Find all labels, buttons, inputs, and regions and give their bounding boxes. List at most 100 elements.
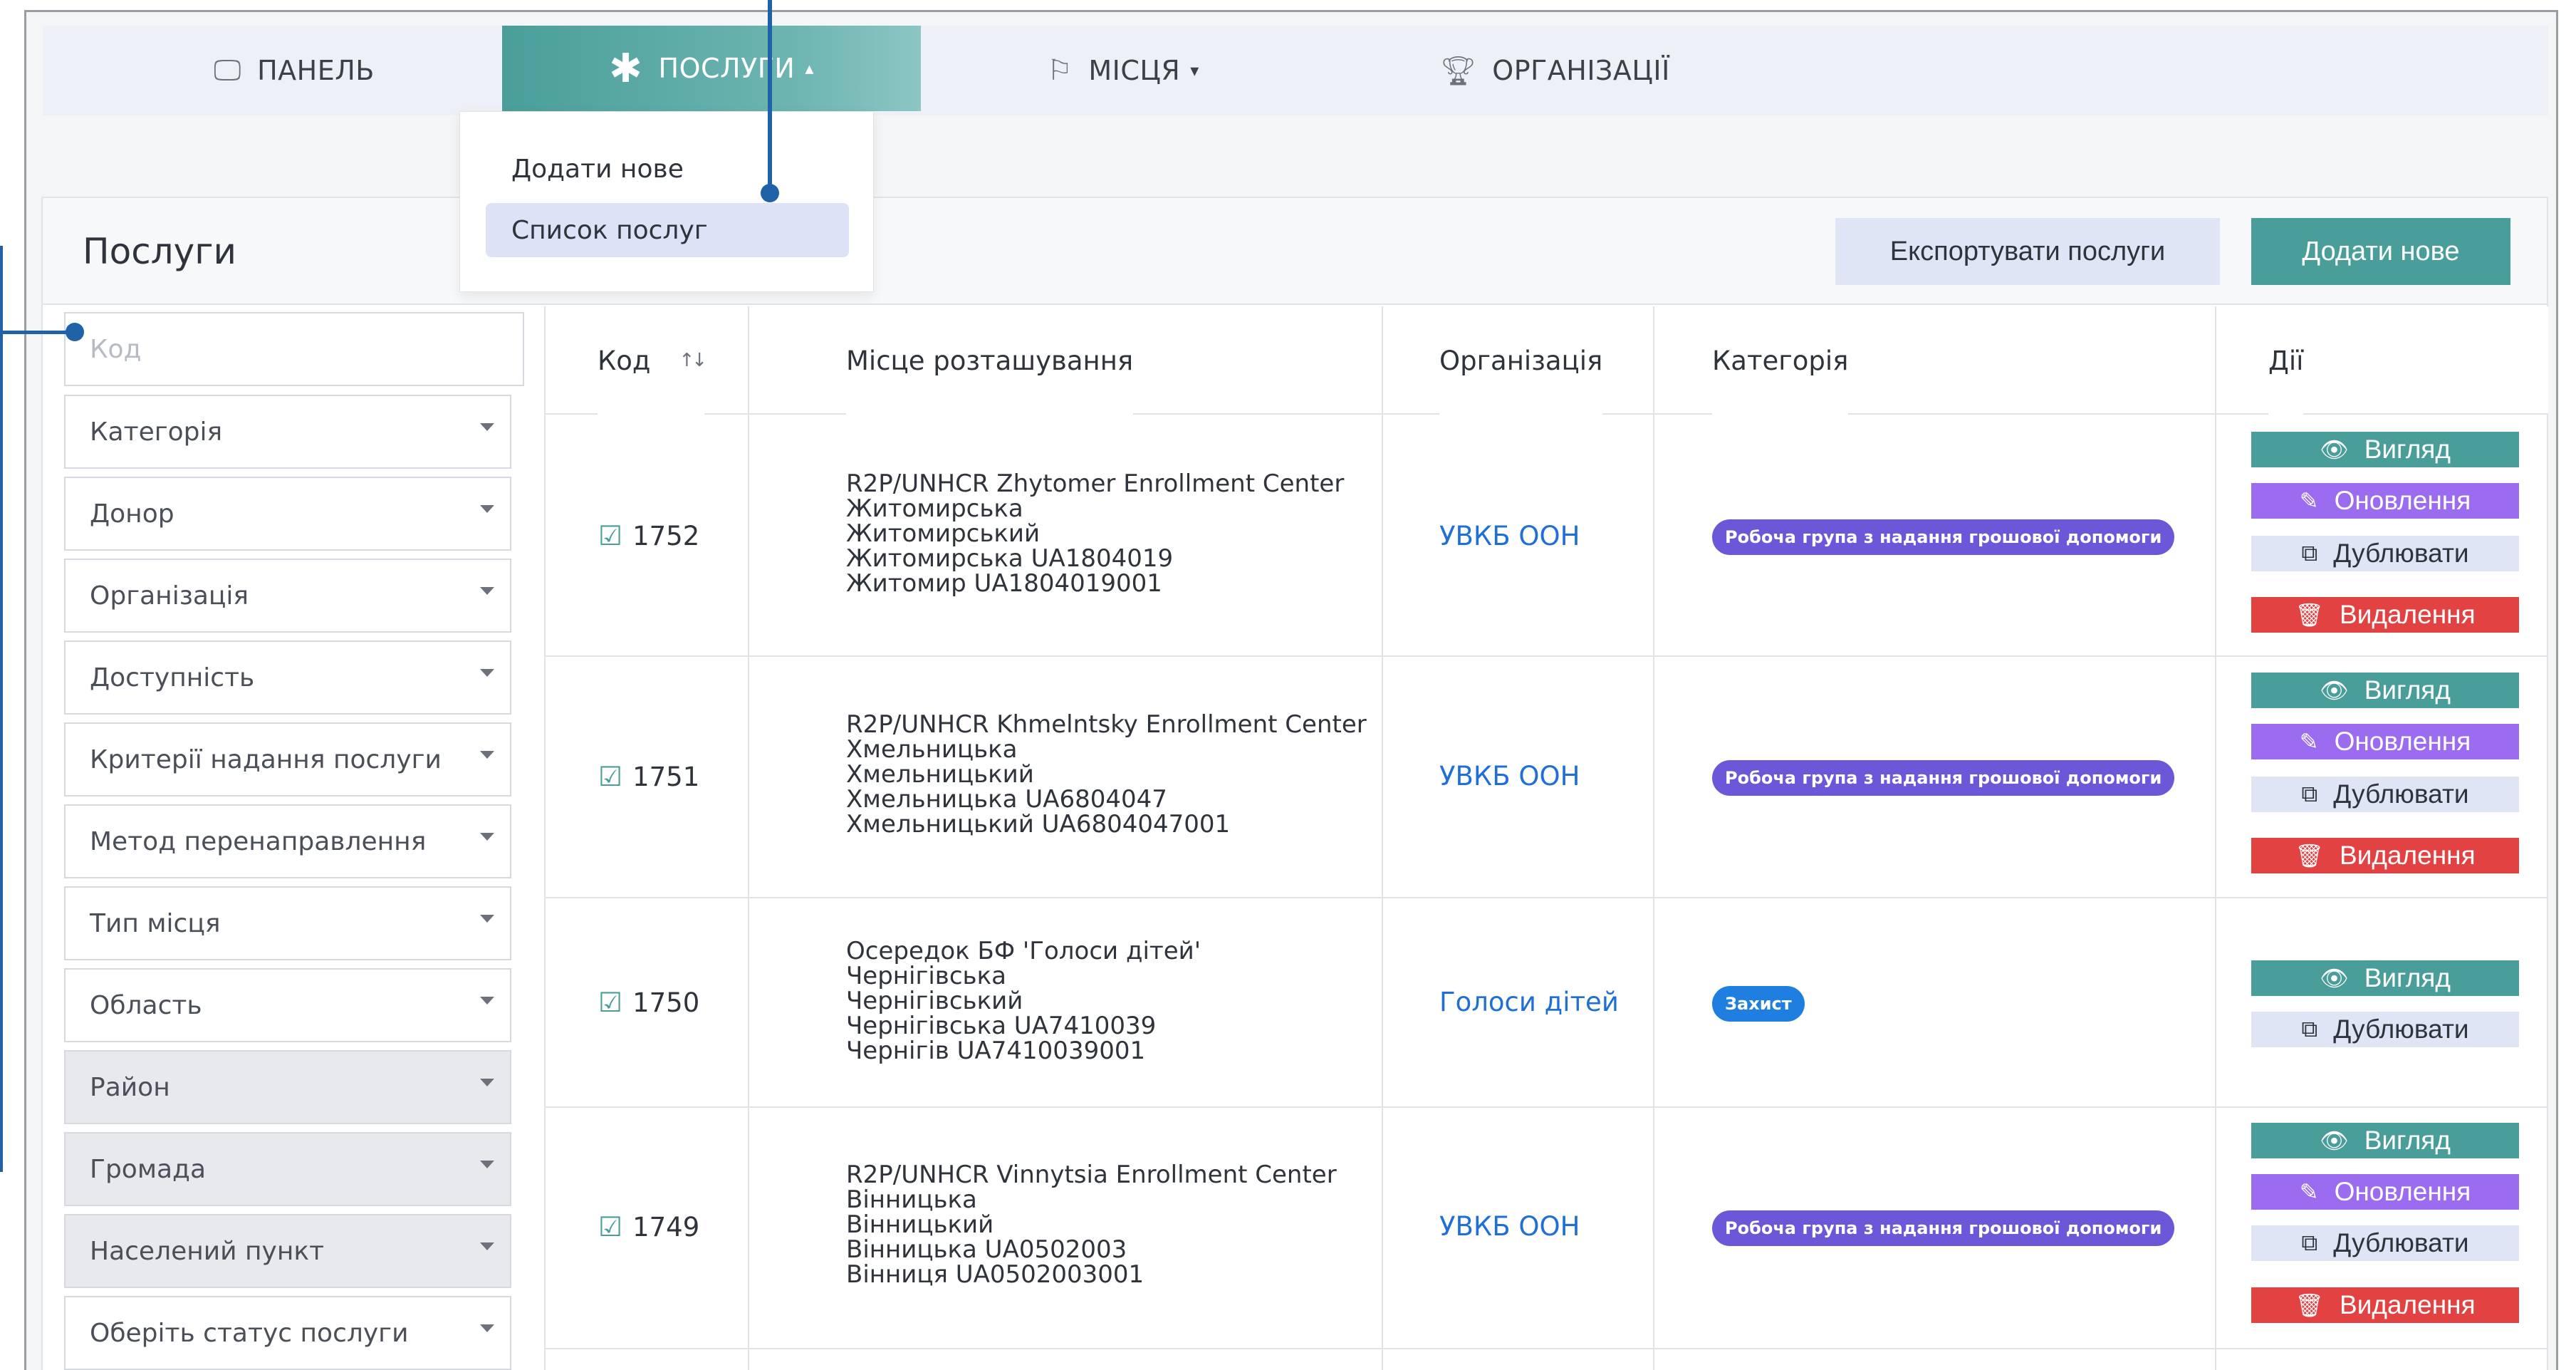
column-header-category: Категорія xyxy=(1712,306,1849,415)
organization-link[interactable]: УВКБ ООН xyxy=(1439,521,1580,551)
code-value: 1750 xyxy=(632,987,700,1018)
services-card: Послуги Експортувати послуги Додати нове… xyxy=(41,197,2548,1370)
services-table: Код ↑↓ Місце розташування Організація Кат… xyxy=(544,306,2548,1370)
location-line: Вінницька UA0502003 xyxy=(846,1235,1127,1264)
filter-label: Організація xyxy=(90,581,249,611)
row-divider xyxy=(544,1106,2548,1108)
location-line: Житомирська UA1804019 xyxy=(846,544,1174,573)
duplicate-button[interactable]: ⧉ Дублювати xyxy=(2251,536,2519,571)
filter-label: Доступність xyxy=(90,663,255,692)
update-button[interactable]: ✎ Оновлення xyxy=(2251,1174,2519,1210)
edit-icon: ✎ xyxy=(2299,488,2319,514)
filter-label: Область xyxy=(90,990,202,1020)
callout-dot xyxy=(66,323,84,341)
delete-button[interactable]: 🗑︎ Видалення xyxy=(2251,838,2519,873)
dropdown-arrow-icon xyxy=(480,1079,494,1086)
raion-filter: Район xyxy=(64,1050,511,1124)
update-button[interactable]: ✎ Оновлення xyxy=(2251,483,2519,519)
nav-places[interactable]: ⚐ МІСЦЯ ▾ xyxy=(1047,26,1199,115)
location-line: Житомир UA1804019001 xyxy=(846,569,1162,598)
location-line: Хмельницька xyxy=(846,735,1018,764)
location-line: Хмельницький UA6804047001 xyxy=(846,810,1231,839)
service-status-filter[interactable]: Оберіть статус послуги xyxy=(64,1296,511,1370)
caret-up-icon: ▴ xyxy=(805,58,814,78)
hromada-filter: Громада xyxy=(64,1132,511,1206)
nav-organizations[interactable]: 🏆︎ ОРГАНІЗАЦІЇ xyxy=(1440,26,1670,115)
callout-dot xyxy=(761,184,779,202)
location-line: Чернігів UA7410039001 xyxy=(846,1037,1146,1065)
code-value: 1749 xyxy=(632,1211,700,1242)
column-header-code[interactable]: Код ↑↓ xyxy=(598,306,708,415)
eye-icon: 👁︎ xyxy=(2320,965,2349,991)
location-line: Чернігівська xyxy=(846,962,1006,990)
dropdown-add-new[interactable]: Додати нове xyxy=(486,142,849,196)
criteria-filter[interactable]: Критерії надання послуги xyxy=(64,722,511,796)
location-cell: R2P/UNHCR Zhytomer Enrollment Center Жит… xyxy=(846,472,1344,596)
row-code: ☑ 1750 xyxy=(598,987,699,1018)
button-label: Дублювати xyxy=(2333,779,2469,809)
copy-icon: ⧉ xyxy=(2301,1016,2318,1042)
organization-link[interactable]: УВКБ ООН xyxy=(1439,761,1580,792)
nav-places-label: МІСЦЯ xyxy=(1088,55,1181,86)
callout-line xyxy=(0,246,3,1172)
category-filter[interactable]: Категорія xyxy=(64,395,511,469)
referral-method-filter[interactable]: Метод перенаправлення xyxy=(64,804,511,878)
view-button[interactable]: 👁︎ Вигляд xyxy=(2251,1123,2519,1158)
delete-button[interactable]: 🗑︎ Видалення xyxy=(2251,597,2519,633)
oblast-filter[interactable]: Область xyxy=(64,968,511,1042)
filter-label: Критерії надання послуги xyxy=(90,744,442,774)
filter-label: Оберіть статус послуги xyxy=(90,1318,409,1348)
organization-link[interactable]: Голоси дітей xyxy=(1439,987,1619,1017)
accessibility-filter[interactable]: Доступність xyxy=(64,640,511,715)
nav-services[interactable]: ✱ ПОСЛУГИ ▴ xyxy=(502,26,921,111)
location-line: Житомирський xyxy=(846,519,1041,548)
organization-link[interactable]: УВКБ ООН xyxy=(1439,1211,1580,1242)
filter-label: Громада xyxy=(90,1154,207,1184)
row-divider xyxy=(544,655,2548,657)
button-label: Дублювати xyxy=(2333,539,2469,568)
add-new-button[interactable]: Додати нове xyxy=(2251,218,2510,285)
duplicate-button[interactable]: ⧉ Дублювати xyxy=(2251,1225,2519,1261)
button-label: Оновлення xyxy=(2334,1177,2471,1206)
location-line: Вінниця UA0502003001 xyxy=(846,1260,1144,1289)
dropdown-services-list[interactable]: Список послуг xyxy=(486,203,849,257)
row-code: ☑ 1751 xyxy=(598,761,699,792)
location-line: Чернігівський xyxy=(846,987,1023,1015)
top-nav: 🖵 ПАНЕЛЬ ✱ ПОСЛУГИ ▴ ⚐ МІСЦЯ ▾ 🏆︎ ОРГАНІ… xyxy=(43,26,2548,115)
filter-label: Метод перенаправлення xyxy=(90,826,427,856)
row-code: ☑ 1752 xyxy=(598,520,699,551)
filter-label: Донор xyxy=(90,499,174,529)
row-divider xyxy=(544,897,2548,898)
callout-line xyxy=(0,331,75,334)
column-divider xyxy=(544,306,546,1370)
donor-filter[interactable]: Донор xyxy=(64,477,511,551)
dropdown-arrow-icon xyxy=(480,1161,494,1168)
button-label: Вигляд xyxy=(2364,1126,2451,1155)
code-value: 1751 xyxy=(632,761,700,792)
page-title: Послуги xyxy=(83,231,236,272)
export-services-button[interactable]: Експортувати послуги xyxy=(1835,218,2220,285)
category-badge: Робоча група з надання грошової допомоги xyxy=(1712,760,2175,796)
organization-filter[interactable]: Організація xyxy=(64,559,511,633)
duplicate-button[interactable]: ⧉ Дублювати xyxy=(2251,777,2519,812)
button-label: Вигляд xyxy=(2364,675,2451,705)
copy-icon: ⧉ xyxy=(2301,1230,2318,1255)
filter-label: Категорія xyxy=(90,417,223,447)
view-button[interactable]: 👁︎ Вигляд xyxy=(2251,960,2519,996)
place-type-filter[interactable]: Тип місця xyxy=(64,886,511,960)
nav-panel[interactable]: 🖵 ПАНЕЛЬ xyxy=(214,26,375,115)
view-button[interactable]: 👁︎ Вигляд xyxy=(2251,432,2519,467)
delete-button[interactable]: 🗑︎ Видалення xyxy=(2251,1287,2519,1323)
trash-icon: 🗑︎ xyxy=(2295,602,2325,628)
code-value: 1752 xyxy=(632,520,700,551)
update-button[interactable]: ✎ Оновлення xyxy=(2251,724,2519,759)
callout-line xyxy=(768,0,772,194)
sort-icon[interactable]: ↑↓ xyxy=(679,350,708,371)
eye-icon: 👁︎ xyxy=(2320,437,2349,462)
duplicate-button[interactable]: ⧉ Дублювати xyxy=(2251,1012,2519,1047)
code-filter-input[interactable]: Код xyxy=(64,312,524,386)
button-label: Видалення xyxy=(2340,600,2476,629)
location-line: Хмельницька UA6804047 xyxy=(846,785,1167,814)
view-button[interactable]: 👁︎ Вигляд xyxy=(2251,673,2519,708)
nav-orgs-label: ОРГАНІЗАЦІЇ xyxy=(1492,55,1670,86)
